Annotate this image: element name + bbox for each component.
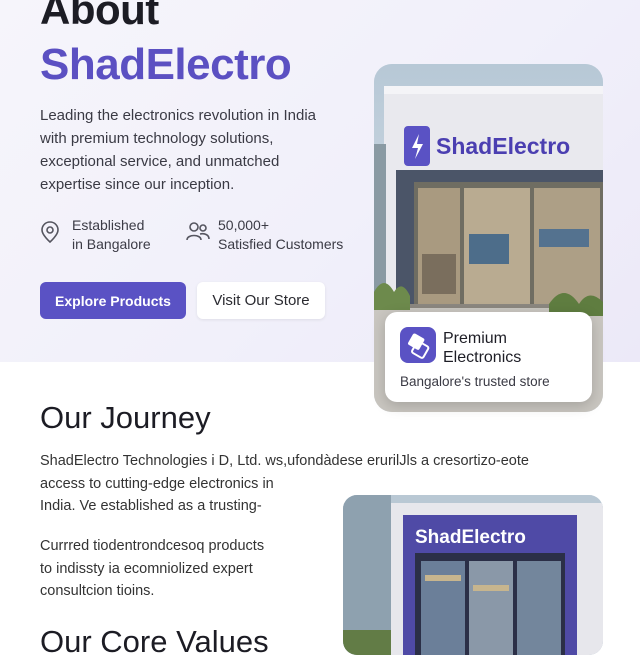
visit-store-button[interactable]: Visit Our Store [197, 282, 325, 319]
brand-title: ShadElectro [40, 40, 292, 89]
page-title: About [40, 0, 159, 33]
explore-products-button[interactable]: Explore Products [40, 282, 186, 319]
premium-card: Premium Electronics Bangalore's trusted s… [385, 312, 592, 402]
map-pin-icon [40, 220, 60, 249]
chip-icon [400, 327, 436, 363]
journey-paragraph-2: Currred tiodentrondcesoq products to ind… [40, 535, 320, 603]
journey-store-sign-text: ShadElectro [415, 527, 526, 548]
stat-established-line1: Established [72, 217, 145, 233]
values-heading: Our Core Values [40, 624, 269, 659]
card-title-line2: Electronics [443, 349, 522, 366]
journey-store-photo: ShadElectro [343, 495, 603, 655]
card-title-line1: Premium [443, 330, 508, 347]
journey-p1-line1: ShadElectro Technologies i D, Ltd. ws,uf… [40, 453, 529, 469]
users-icon [186, 220, 210, 247]
stat-established-line2: in Bangalore [72, 236, 151, 252]
store-sign-text: ShadElectro [436, 133, 570, 159]
stat-customers-count: 50,000+ [218, 217, 269, 233]
journey-p2-line1: Currred tiodentrondcesoq products [40, 538, 265, 554]
hero-description: Leading the electronics revolution in In… [40, 107, 317, 193]
journey-p2-line3: consultcion tioins. [40, 583, 155, 599]
journey-p1-line2: access to cutting-edge electronics in [40, 475, 274, 492]
journey-p2-line2: to indissty ia ecomniolized expert [40, 560, 253, 577]
stat-customers-label: Satisfied Customers [218, 236, 344, 252]
card-subtitle: Bangalore's trusted store [400, 374, 550, 389]
journey-heading: Our Journey [40, 400, 211, 435]
